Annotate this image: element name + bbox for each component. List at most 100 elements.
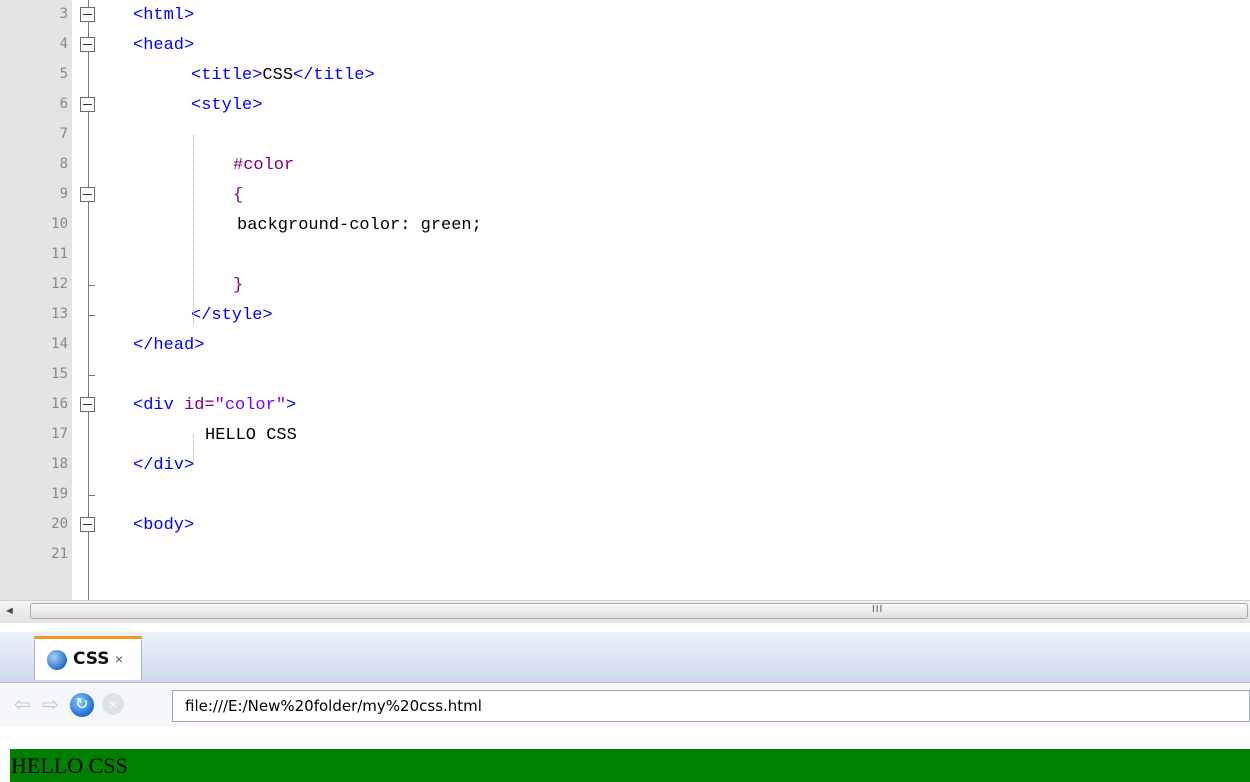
code-line[interactable]: 12} — [0, 270, 1250, 300]
line-number: 10 — [51, 216, 68, 232]
code-token: </head> — [133, 336, 205, 355]
code-line[interactable]: 4 <head> — [0, 30, 1250, 60]
code-line[interactable]: 8 #color — [0, 150, 1250, 180]
code-line[interactable]: 15 — [0, 360, 1250, 390]
code-token: <div — [133, 396, 185, 415]
line-number: 17 — [51, 426, 68, 442]
line-number: 11 — [51, 246, 68, 262]
code-line[interactable]: 17 HELLO CSS — [0, 420, 1250, 450]
address-text: file:///E:/New%20folder/my%20css.html — [185, 697, 482, 715]
code-line[interactable]: 16 <div id="color"> — [0, 390, 1250, 420]
line-number: 16 — [51, 396, 68, 412]
scroll-left-icon[interactable]: ◄ — [4, 605, 15, 617]
line-number: 5 — [59, 66, 68, 82]
indent-guide — [193, 135, 194, 325]
code-token: } — [233, 276, 244, 295]
fold-end-marker — [88, 375, 95, 376]
line-number: 18 — [51, 456, 68, 472]
code-text: </style> — [191, 306, 273, 325]
code-token: </div> — [133, 456, 195, 475]
line-number: 8 — [59, 156, 68, 172]
address-bar[interactable]: file:///E:/New%20folder/my%20css.html — [172, 690, 1250, 722]
scrollbar-thumb[interactable] — [30, 603, 1248, 619]
reload-icon[interactable]: ↻ — [70, 693, 94, 717]
fold-toggle-icon[interactable] — [80, 187, 95, 202]
code-line[interactable]: 6 <style> — [0, 90, 1250, 120]
line-number: 7 — [59, 126, 68, 142]
scrollbar-grip-icon: III — [872, 604, 884, 615]
fold-end-marker — [88, 285, 95, 286]
code-token: "color" — [214, 396, 287, 415]
code-token: #color — [233, 156, 295, 175]
code-token: id= — [184, 396, 215, 415]
code-token: background-color: green; — [237, 216, 482, 235]
code-text: <html> — [133, 6, 194, 25]
code-text: { — [233, 186, 243, 205]
code-token: > — [286, 396, 297, 415]
line-number: 12 — [51, 276, 68, 292]
horizontal-scrollbar[interactable]: ◄ III — [0, 600, 1250, 623]
browser-nav-bar: ⇦ ⇨ ↻ × file:///E:/New%20folder/my%20css… — [0, 683, 1250, 727]
code-line[interactable]: 19 — [0, 480, 1250, 510]
back-arrow-icon[interactable]: ⇦ — [14, 693, 31, 717]
indent-guide — [193, 435, 194, 465]
code-editor[interactable]: 3 <html> 4 <head> 5 <title>CSS</title> 6 <style… — [0, 0, 1250, 600]
forward-arrow-icon[interactable]: ⇨ — [42, 693, 59, 717]
line-number: 4 — [59, 36, 68, 52]
browser-page: HELLO CSS — [0, 727, 1250, 782]
code-text: </head> — [133, 336, 204, 355]
code-line[interactable]: 14 </head> — [0, 330, 1250, 360]
fold-toggle-icon[interactable] — [80, 517, 95, 532]
code-token: HELLO CSS — [205, 426, 297, 445]
code-token: { — [233, 186, 244, 205]
page-text: HELLO CSS — [11, 753, 128, 778]
code-text: #color — [233, 156, 294, 175]
line-number: 14 — [51, 336, 68, 352]
code-text: <title>CSS</title> — [191, 66, 375, 85]
tab-css[interactable]: CSS × — [34, 636, 142, 680]
code-token: </style> — [191, 306, 273, 325]
code-line[interactable]: 7 — [0, 120, 1250, 150]
fold-end-marker — [88, 315, 95, 316]
code-token: <body> — [133, 516, 195, 535]
browser-tab-strip: CSS × — [0, 632, 1250, 683]
line-number: 3 — [59, 6, 68, 22]
line-number: 15 — [51, 366, 68, 382]
code-token: </title> — [293, 66, 375, 85]
fold-toggle-icon[interactable] — [80, 97, 95, 112]
code-line[interactable]: 3 <html> — [0, 0, 1250, 30]
fold-end-marker — [88, 495, 95, 496]
code-token: <title> — [191, 66, 263, 85]
code-line[interactable]: 10 background-color: green; — [0, 210, 1250, 240]
code-text: <div id="color"> — [133, 396, 296, 415]
code-line[interactable]: 11 — [0, 240, 1250, 270]
fold-toggle-icon[interactable] — [80, 7, 95, 22]
code-line[interactable]: 9{ — [0, 180, 1250, 210]
close-icon[interactable]: × — [115, 651, 123, 667]
line-number: 19 — [51, 486, 68, 502]
line-number: 6 — [59, 96, 68, 112]
code-text: <style> — [191, 96, 262, 115]
code-line[interactable]: 13 </style> — [0, 300, 1250, 330]
line-number: 21 — [51, 546, 68, 562]
code-token: <html> — [133, 6, 195, 25]
stop-icon[interactable]: × — [102, 693, 124, 715]
fold-line — [88, 0, 89, 600]
code-line[interactable]: 5 <title>CSS</title> — [0, 60, 1250, 90]
code-line[interactable]: 21 — [0, 540, 1250, 570]
code-text: <head> — [133, 36, 194, 55]
color-div: HELLO CSS — [10, 749, 1250, 782]
line-number: 9 — [59, 186, 68, 202]
fold-toggle-icon[interactable] — [80, 397, 95, 412]
code-text: <body> — [133, 516, 194, 535]
code-text: } — [233, 276, 243, 295]
code-line[interactable]: 18 </div> — [0, 450, 1250, 480]
code-text: background-color: green; — [237, 216, 482, 235]
globe-icon — [47, 650, 67, 670]
line-number: 13 — [51, 306, 68, 322]
code-line[interactable]: 20 <body> — [0, 510, 1250, 540]
fold-toggle-icon[interactable] — [80, 37, 95, 52]
tab-label: CSS — [73, 649, 110, 669]
code-text: </div> — [133, 456, 194, 475]
code-token: <style> — [191, 96, 263, 115]
